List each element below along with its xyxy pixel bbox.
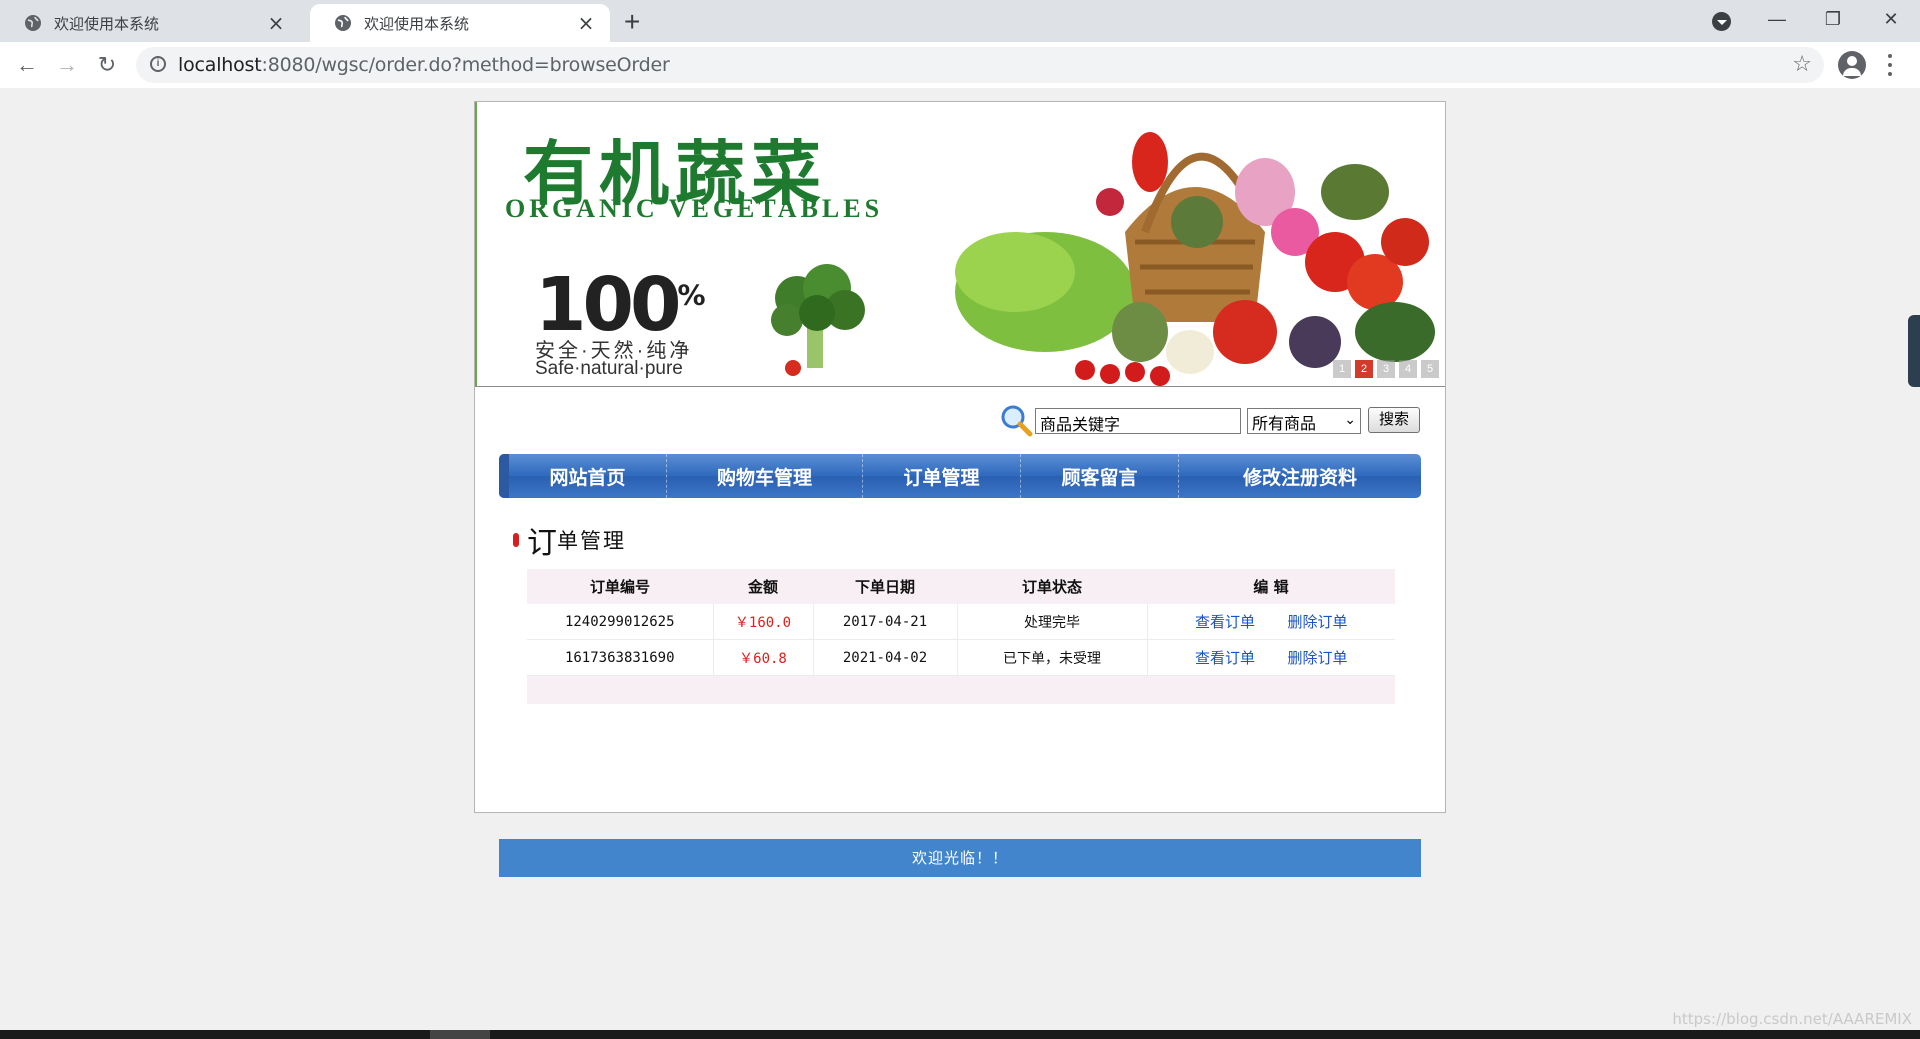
globe-icon: [335, 15, 351, 31]
info-icon[interactable]: i: [150, 56, 166, 72]
footer-welcome: 欢迎光临！！: [499, 839, 1421, 877]
account-icon[interactable]: [1838, 51, 1866, 79]
close-icon[interactable]: ×: [576, 11, 596, 35]
banner: 有机蔬菜 ORGANIC VEGETABLES 100% 安全·天然·纯净 Sa…: [475, 102, 1445, 387]
broccoli-image: [771, 264, 865, 376]
order-id: 1240299012625: [527, 604, 714, 640]
search-bar: 商品关键字 所有商品 ⌄ 搜索: [995, 403, 1435, 437]
minimize-button[interactable]: —: [1752, 4, 1802, 34]
order-amount: ￥160.0: [713, 604, 814, 640]
search-button[interactable]: 搜索: [1368, 407, 1420, 433]
watermark: https://blog.csdn.net/AAAREMIX: [1672, 1010, 1912, 1028]
page-title: 订 单管理: [513, 518, 626, 562]
window-close-button[interactable]: ✕: [1866, 4, 1916, 34]
table-row: 1617363831690 ￥60.8 2021-04-02 已下单，未受理 查…: [527, 639, 1395, 676]
column-header: 订单编号: [527, 569, 713, 604]
nav-messages[interactable]: 顾客留言: [1021, 454, 1179, 498]
delete-order-link[interactable]: 删除订单: [1287, 649, 1347, 667]
main-nav: 网站首页 购物车管理 订单管理 顾客留言 修改注册资料: [499, 454, 1421, 498]
tab-title: 欢迎使用本系统: [54, 14, 160, 33]
close-icon[interactable]: ×: [266, 11, 286, 35]
browser-toolbar: ← → ↻ i localhost:8080/wgsc/order.do?met…: [0, 42, 1920, 89]
order-actions: 查看订单 删除订单: [1147, 639, 1395, 676]
slide-dot[interactable]: 5: [1421, 360, 1439, 378]
column-header: 编 辑: [1147, 569, 1395, 604]
tab-welcome-1[interactable]: 欢迎使用本系统 ×: [0, 4, 300, 42]
orders-table: 订单编号 金额 下单日期 订单状态 编 辑 1240299012625 ￥160…: [527, 569, 1395, 704]
order-status: 处理完毕: [957, 604, 1148, 640]
page-container: 有机蔬菜 ORGANIC VEGETABLES 100% 安全·天然·纯净 Sa…: [474, 101, 1446, 877]
logo-english: ORGANIC VEGETABLES: [505, 194, 884, 223]
table-row: 1240299012625 ￥160.0 2017-04-21 处理完毕 查看订…: [527, 604, 1395, 640]
order-status: 已下单，未受理: [957, 639, 1148, 676]
order-date: 2021-04-02: [813, 639, 958, 676]
column-header: 订单状态: [957, 569, 1147, 604]
column-header: 金额: [713, 569, 813, 604]
os-taskbar: [0, 1030, 1920, 1039]
bullet-icon: [513, 533, 519, 547]
bookmark-star-icon[interactable]: ☆: [1792, 51, 1812, 77]
nav-home[interactable]: 网站首页: [499, 454, 667, 498]
restore-button[interactable]: ❐: [1808, 4, 1858, 34]
tab-welcome-2[interactable]: 欢迎使用本系统 ×: [310, 4, 610, 42]
delete-order-link[interactable]: 删除订单: [1287, 613, 1347, 631]
chevron-down-icon: ⌄: [1344, 411, 1356, 427]
order-actions: 查看订单 删除订单: [1147, 604, 1395, 640]
side-panel-handle[interactable]: [1908, 315, 1920, 387]
url-text[interactable]: localhost:8080/wgsc/order.do?method=brow…: [178, 54, 670, 76]
order-id: 1617363831690: [527, 639, 714, 676]
globe-icon: [25, 15, 41, 31]
forward-icon[interactable]: →: [52, 50, 82, 80]
slogan-english: Safe·natural·pure: [535, 358, 683, 379]
nav-edit-profile[interactable]: 修改注册资料: [1179, 454, 1421, 498]
reload-icon[interactable]: ↻: [92, 50, 122, 80]
tab-title: 欢迎使用本系统: [364, 14, 470, 33]
vegetable-basket-image: [955, 132, 1435, 386]
table-header-row: 订单编号 金额 下单日期 订单状态 编 辑: [527, 569, 1395, 604]
nav-orders[interactable]: 订单管理: [863, 454, 1021, 498]
new-tab-button[interactable]: +: [624, 6, 640, 38]
view-order-link[interactable]: 查看订单: [1195, 649, 1255, 667]
back-icon[interactable]: ←: [12, 50, 42, 80]
slide-indicator: 1 2 3 4 5: [1333, 360, 1439, 378]
column-header: 下单日期: [813, 569, 957, 604]
page-viewport: 有机蔬菜 ORGANIC VEGETABLES 100% 安全·天然·纯净 Sa…: [0, 88, 1920, 1030]
slide-dot[interactable]: 1: [1333, 360, 1351, 378]
view-order-link[interactable]: 查看订单: [1195, 613, 1255, 631]
nav-cart[interactable]: 购物车管理: [667, 454, 863, 498]
slide-dot[interactable]: 4: [1399, 360, 1417, 378]
slide-dot[interactable]: 3: [1377, 360, 1395, 378]
slide-dot-active[interactable]: 2: [1355, 360, 1373, 378]
category-select[interactable]: 所有商品 ⌄: [1247, 408, 1361, 434]
order-date: 2017-04-21: [813, 604, 958, 640]
tab-strip: 欢迎使用本系统 × 欢迎使用本系统 × + — ❐ ✕: [0, 0, 1920, 42]
order-amount: ￥60.8: [713, 639, 814, 676]
table-footer-row: [527, 675, 1395, 704]
menu-icon[interactable]: [1888, 54, 1892, 76]
tab-search-icon[interactable]: [1712, 12, 1731, 31]
magnifier-icon: [1001, 405, 1033, 437]
search-input[interactable]: 商品关键字: [1035, 408, 1241, 434]
address-bar[interactable]: i localhost:8080/wgsc/order.do?method=br…: [136, 47, 1824, 83]
